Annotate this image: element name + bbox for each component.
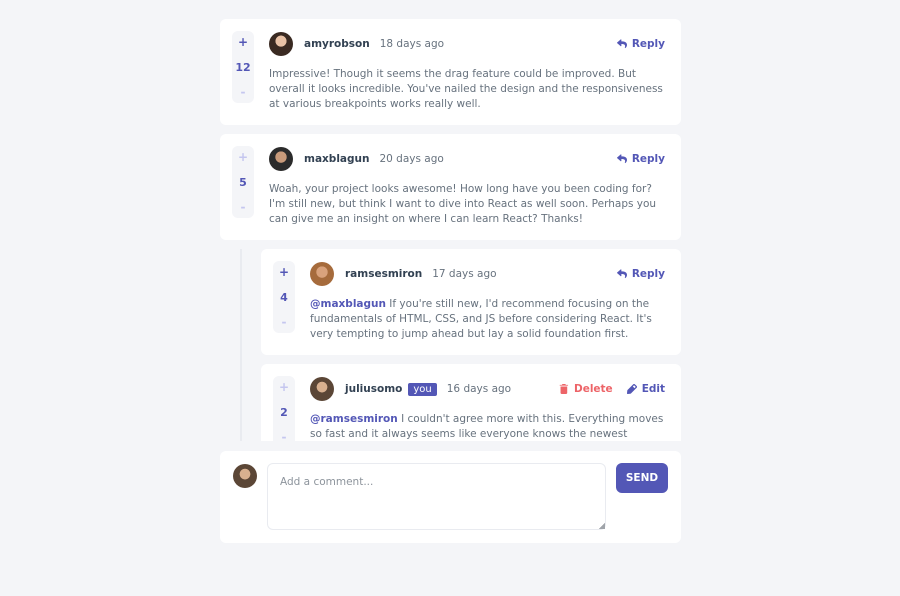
reply-button[interactable]: Reply bbox=[616, 268, 665, 280]
you-badge: you bbox=[408, 382, 437, 396]
comment-input[interactable] bbox=[267, 463, 606, 530]
reply-label: Reply bbox=[631, 268, 665, 280]
avatar bbox=[269, 32, 293, 56]
reply-label: Reply bbox=[631, 38, 665, 50]
comment-feed: + 12 - amyrobson 18 days ago Reply Impre… bbox=[220, 0, 681, 441]
vote-control: + 2 - bbox=[273, 376, 295, 441]
upvote-button[interactable]: + bbox=[279, 380, 289, 394]
mention-link[interactable]: @ramsesmiron bbox=[310, 413, 398, 425]
score: 2 bbox=[280, 405, 288, 419]
mention-link[interactable]: @maxblagun bbox=[310, 298, 386, 310]
score: 4 bbox=[280, 290, 288, 304]
reply-button[interactable]: Reply bbox=[616, 153, 665, 165]
reply-card: + 4 - ramsesmiron 17 days ago Reply @max… bbox=[261, 249, 681, 355]
reply-icon bbox=[616, 39, 627, 49]
username: juliusomo bbox=[345, 383, 403, 395]
comment-date: 18 days ago bbox=[379, 38, 445, 50]
edit-button[interactable]: Edit bbox=[626, 383, 665, 395]
reply-button[interactable]: Reply bbox=[616, 38, 665, 50]
vote-control: + 12 - bbox=[232, 31, 254, 103]
upvote-button[interactable]: + bbox=[279, 265, 289, 279]
edit-icon bbox=[626, 384, 637, 394]
reply-icon bbox=[616, 154, 627, 164]
comment-card: + 12 - amyrobson 18 days ago Reply Impre… bbox=[220, 19, 681, 125]
delete-label: Delete bbox=[573, 383, 613, 395]
upvote-button[interactable]: + bbox=[238, 150, 248, 164]
comment-composer: SEND bbox=[220, 451, 681, 543]
upvote-button[interactable]: + bbox=[238, 35, 248, 49]
edit-label: Edit bbox=[641, 383, 665, 395]
delete-button[interactable]: Delete bbox=[559, 383, 613, 395]
resize-handle[interactable] bbox=[599, 523, 605, 529]
send-button[interactable]: SEND bbox=[616, 463, 668, 493]
comment-text: @maxblagun If you're still new, I'd reco… bbox=[310, 297, 665, 342]
reply-card: + 2 - juliusomo you 16 days ago Delete E… bbox=[261, 364, 681, 441]
username: maxblagun bbox=[304, 153, 370, 165]
comment-header: maxblagun 20 days ago Reply bbox=[269, 147, 665, 171]
comment-header: juliusomo you 16 days ago Delete Edit bbox=[310, 377, 665, 401]
comment-date: 16 days ago bbox=[446, 383, 512, 395]
reply-label: Reply bbox=[631, 153, 665, 165]
avatar bbox=[310, 262, 334, 286]
username: amyrobson bbox=[304, 38, 370, 50]
reply-icon bbox=[616, 269, 627, 279]
vote-control: + 5 - bbox=[232, 146, 254, 218]
comment-header: ramsesmiron 17 days ago Reply bbox=[310, 262, 665, 286]
downvote-button[interactable]: - bbox=[241, 200, 246, 214]
delete-icon bbox=[559, 384, 569, 394]
comment-text: Woah, your project looks awesome! How lo… bbox=[269, 183, 657, 225]
comment-text: Impressive! Though it seems the drag fea… bbox=[269, 68, 663, 110]
comment-card: + 5 - maxblagun 20 days ago Reply Woah, … bbox=[220, 134, 681, 240]
username: ramsesmiron bbox=[345, 268, 423, 280]
score: 12 bbox=[235, 60, 251, 74]
reply-thread-line bbox=[240, 249, 242, 441]
vote-control: + 4 - bbox=[273, 261, 295, 333]
downvote-button[interactable]: - bbox=[282, 315, 287, 329]
comment-date: 20 days ago bbox=[379, 153, 444, 165]
avatar bbox=[269, 147, 293, 171]
downvote-button[interactable]: - bbox=[241, 85, 246, 99]
downvote-button[interactable]: - bbox=[282, 430, 287, 441]
score: 5 bbox=[239, 175, 247, 189]
current-user-avatar bbox=[233, 464, 257, 488]
comment-header: amyrobson 18 days ago Reply bbox=[269, 32, 665, 56]
comment-date: 17 days ago bbox=[432, 268, 497, 280]
avatar bbox=[310, 377, 334, 401]
comment-text: @ramsesmiron I couldn't agree more with … bbox=[310, 412, 665, 441]
